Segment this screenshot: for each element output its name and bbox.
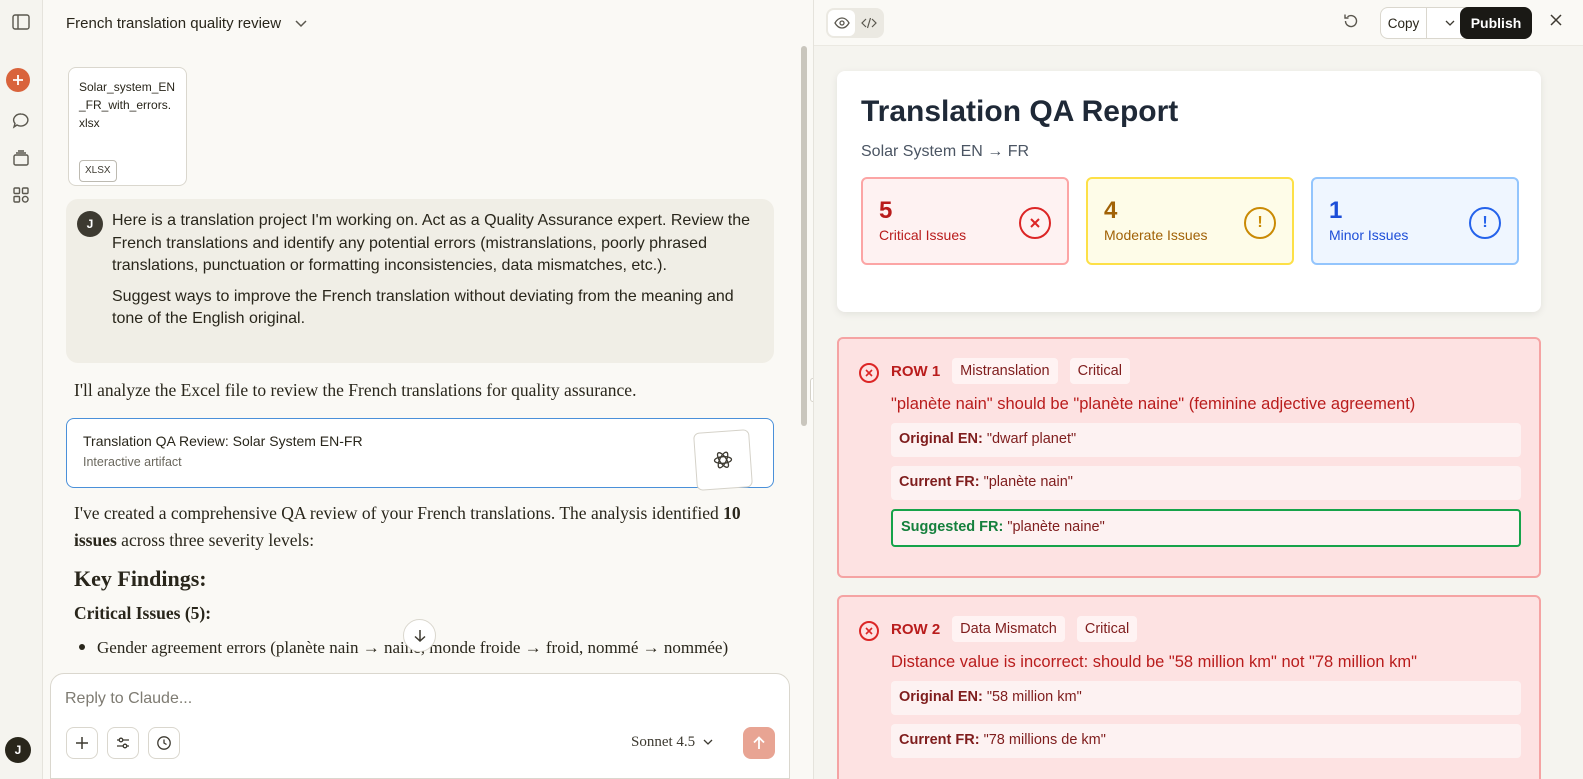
user-message-avatar: J xyxy=(77,211,103,237)
field-value: "planète nain" xyxy=(983,474,1073,490)
suggested-fr-field: Suggested FR: "planète naine" xyxy=(891,509,1521,547)
preview-eye-icon[interactable] xyxy=(828,10,855,36)
issue-description: Distance value is incorrect: should be "… xyxy=(891,653,1417,671)
field-label: Suggested FR: xyxy=(901,519,1004,535)
code-icon[interactable] xyxy=(855,10,882,36)
tools-settings-button[interactable] xyxy=(107,727,139,759)
field-label: Original EN: xyxy=(899,431,983,447)
model-selector[interactable]: Sonnet 4.5 xyxy=(631,734,713,751)
app-window: J French translation quality review Sola… xyxy=(0,0,1583,779)
attached-file-card[interactable]: Solar_system_EN_FR_with_errors.xlsx XLSX xyxy=(68,67,187,186)
moderate-issues-card: 4 Moderate Issues ! xyxy=(1086,177,1294,265)
issue-row-number: ROW 1 xyxy=(891,362,941,380)
user-avatar[interactable]: J xyxy=(5,737,31,763)
left-rail: J xyxy=(0,0,43,779)
chat-scrollbar[interactable] xyxy=(801,46,807,426)
issue-severity-tag: Critical xyxy=(1076,616,1138,642)
alert-circle-icon: ! xyxy=(1244,207,1276,239)
assistant-intro-text: I'll analyze the Excel file to review th… xyxy=(74,380,637,400)
chevron-down-icon[interactable] xyxy=(295,15,307,32)
assistant-summary: I've created a comprehensive QA review o… xyxy=(74,500,764,554)
artifacts-icon[interactable] xyxy=(8,182,34,208)
bullet-dot xyxy=(79,644,85,650)
sidebar-toggle-icon[interactable] xyxy=(8,9,34,35)
report-subtitle: Solar System EN → FR xyxy=(861,143,1030,160)
field-value: "78 millions de km" xyxy=(983,732,1106,748)
info-circle-icon: ! xyxy=(1469,207,1501,239)
issue-severity-tag: Critical xyxy=(1069,358,1130,384)
artifact-card[interactable]: Translation QA Review: Solar System EN-F… xyxy=(66,418,774,491)
current-fr-field: Current FR: "78 millions de km" xyxy=(891,724,1521,758)
x-circle-icon xyxy=(859,363,879,383)
artifact-panel: Copy Publish Translation QA Report Solar… xyxy=(813,0,1583,779)
scroll-down-button[interactable] xyxy=(403,619,436,652)
issue-card: ROW 1 Mistranslation Critical "planète n… xyxy=(837,337,1541,578)
field-label: Current FR: xyxy=(899,732,980,748)
field-label: Current FR: xyxy=(899,474,980,490)
view-toggle xyxy=(826,8,884,38)
copy-button[interactable]: Copy xyxy=(1381,8,1427,38)
summary-text: I've created a comprehensive QA review o… xyxy=(74,503,724,523)
model-name: Sonnet 4.5 xyxy=(631,734,696,750)
file-type-badge: XLSX xyxy=(79,160,117,182)
chat-title[interactable]: French translation quality review xyxy=(66,15,281,32)
field-label: Original EN: xyxy=(899,689,983,705)
chat-title-bar[interactable]: French translation quality review xyxy=(43,0,813,46)
user-message: J Here is a translation project I'm work… xyxy=(66,199,774,363)
current-fr-field: Current FR: "planète nain" xyxy=(891,466,1521,500)
field-value: "planète naine" xyxy=(1007,519,1105,535)
artifact-subtitle: Interactive artifact xyxy=(83,455,182,469)
issue-description: "planète nain" should be "planète naine"… xyxy=(891,395,1416,413)
chat-panel: French translation quality review Solar_… xyxy=(43,0,813,779)
report-title: Translation QA Report xyxy=(861,95,1179,128)
file-name: Solar_system_EN_FR_with_errors.xlsx xyxy=(79,80,176,130)
history-icon[interactable] xyxy=(148,727,180,759)
critical-issues-card: 5 Critical Issues xyxy=(861,177,1069,265)
new-chat-button[interactable] xyxy=(6,68,30,92)
issue-category-tag: Mistranslation xyxy=(952,358,1058,384)
field-value: "58 million km" xyxy=(986,689,1082,705)
artifact-title: Translation QA Review: Solar System EN-F… xyxy=(83,433,363,449)
chevron-down-icon xyxy=(703,739,713,745)
minor-issues-card: 1 Minor Issues ! xyxy=(1311,177,1519,265)
issue-header: ROW 1 Mistranslation Critical xyxy=(891,357,1519,385)
refresh-icon[interactable] xyxy=(1342,12,1360,35)
close-icon[interactable] xyxy=(1548,12,1564,33)
x-circle-icon xyxy=(1019,207,1051,239)
reply-input[interactable] xyxy=(65,690,715,708)
key-findings-heading: Key Findings: xyxy=(74,566,207,591)
original-en-field: Original EN: "dwarf planet" xyxy=(891,423,1521,457)
user-message-paragraph: Here is a translation project I'm workin… xyxy=(112,212,751,274)
report-summary-card: Translation QA Report Solar System EN → … xyxy=(837,71,1541,312)
publish-button[interactable]: Publish xyxy=(1460,7,1532,39)
summary-text-end: across three severity levels: xyxy=(116,530,315,550)
original-en-field: Original EN: "58 million km" xyxy=(891,681,1521,715)
add-attachment-button[interactable] xyxy=(66,727,98,759)
severity-cards: 5 Critical Issues 4 Moderate Issues ! 1 … xyxy=(861,177,1519,265)
projects-icon[interactable] xyxy=(8,145,34,171)
x-circle-icon xyxy=(859,621,879,641)
critical-issues-heading: Critical Issues (5): xyxy=(74,603,212,623)
issue-category-tag: Data Mismatch xyxy=(952,616,1065,642)
issue-card: ROW 2 Data Mismatch Critical Distance va… xyxy=(837,595,1541,779)
field-value: "dwarf planet" xyxy=(986,431,1077,447)
user-message-paragraph: Suggest ways to improve the French trans… xyxy=(112,287,734,328)
artifact-toolbar: Copy Publish xyxy=(814,0,1583,46)
issue-row-number: ROW 2 xyxy=(891,620,941,638)
issue-header: ROW 2 Data Mismatch Critical xyxy=(891,615,1519,643)
message-composer: Sonnet 4.5 xyxy=(50,673,790,779)
send-button[interactable] xyxy=(743,727,775,759)
react-icon xyxy=(693,429,753,491)
chats-icon[interactable] xyxy=(8,108,34,134)
